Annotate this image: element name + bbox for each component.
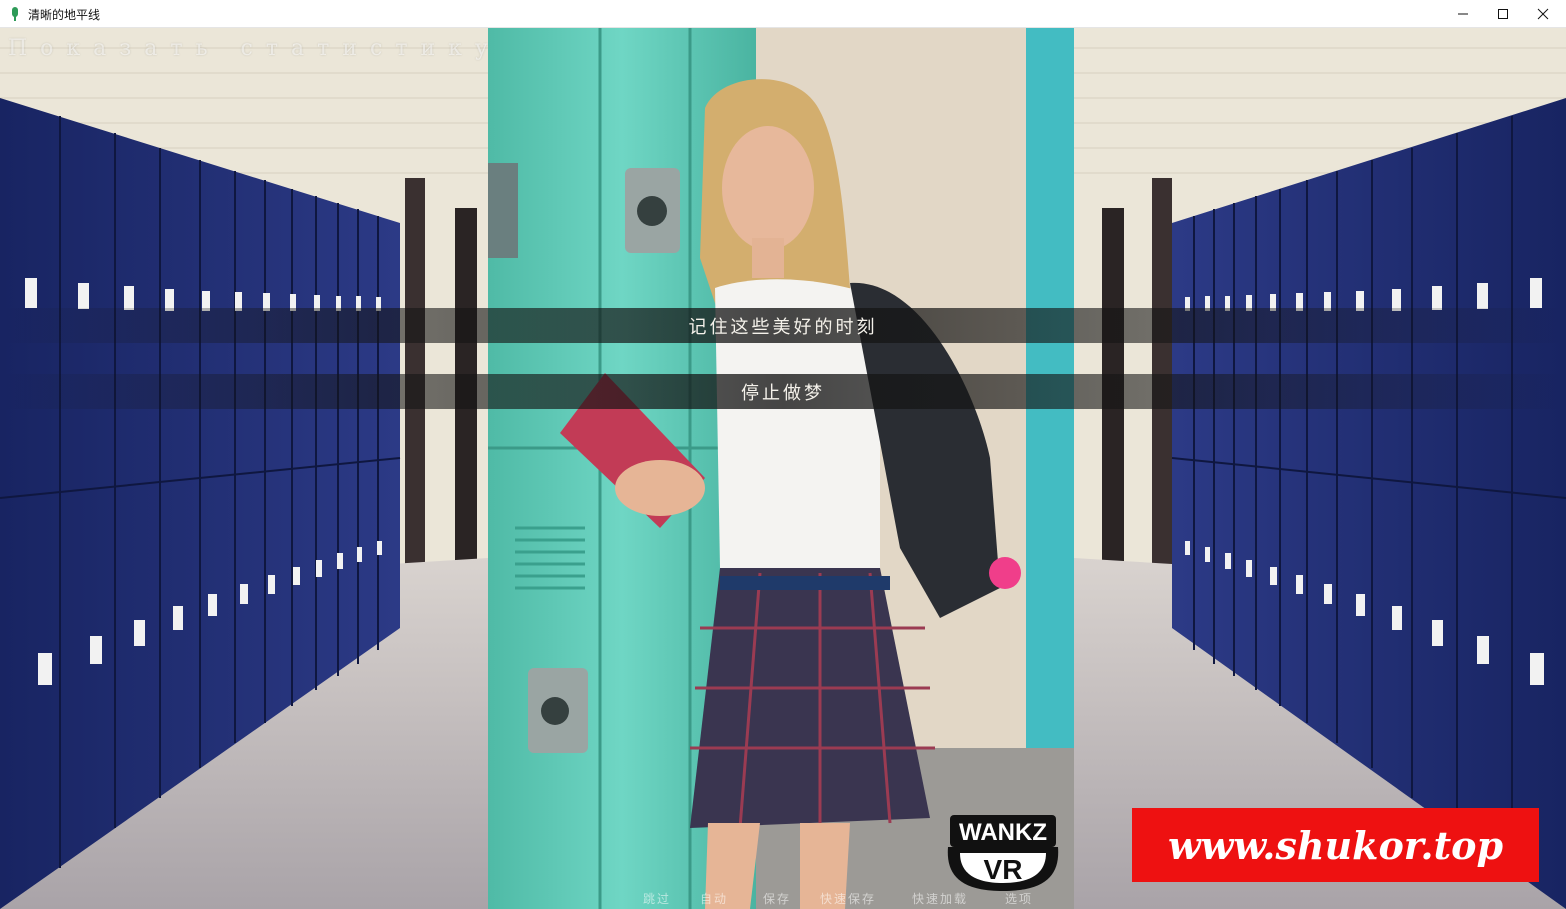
quick-quicksave-button[interactable]: 快速保存 <box>820 890 876 907</box>
app-icon <box>12 7 18 21</box>
choice-label: 停止做梦 <box>741 382 825 404</box>
maximize-icon <box>1498 9 1508 19</box>
watermark-text: www.shukor.top <box>1167 822 1504 868</box>
window-title: 清晰的地平线 <box>28 8 101 22</box>
right-hallway <box>1074 28 1566 909</box>
background-scene <box>0 28 1566 909</box>
quick-menu: 跳过 自动 保存 快速保存 快速加载 选项 <box>0 890 1566 908</box>
choice-stop-dreaming[interactable]: 停止做梦 <box>0 374 1566 409</box>
window-titlebar: 清晰的地平线 <box>0 0 1566 28</box>
choice-label: 记住这些美好的时刻 <box>688 316 878 338</box>
quick-skip-button[interactable]: 跳过 <box>643 890 671 907</box>
quick-auto-button[interactable]: 自动 <box>700 890 728 907</box>
minimize-icon <box>1458 13 1468 15</box>
logo-line1: WANKZ <box>959 819 1047 846</box>
game-viewport: Показать статистику 记住这些美好的时刻 停止做梦 WANKZ… <box>0 28 1566 909</box>
center-scene <box>488 28 1074 909</box>
wankz-vr-logo: WANKZ VR <box>947 815 1059 891</box>
show-stats-link[interactable]: Показать статистику <box>8 36 501 61</box>
close-button[interactable] <box>1520 0 1566 28</box>
quick-options-button[interactable]: 选项 <box>1005 890 1033 907</box>
watermark-banner: www.shukor.top <box>1132 808 1539 882</box>
logo-line2: VR <box>984 854 1023 885</box>
quick-quickload-button[interactable]: 快速加载 <box>912 890 968 907</box>
close-icon <box>1537 8 1549 20</box>
left-hallway <box>0 28 488 909</box>
quick-save-button[interactable]: 保存 <box>763 890 791 907</box>
choice-remember-moments[interactable]: 记住这些美好的时刻 <box>0 308 1566 343</box>
